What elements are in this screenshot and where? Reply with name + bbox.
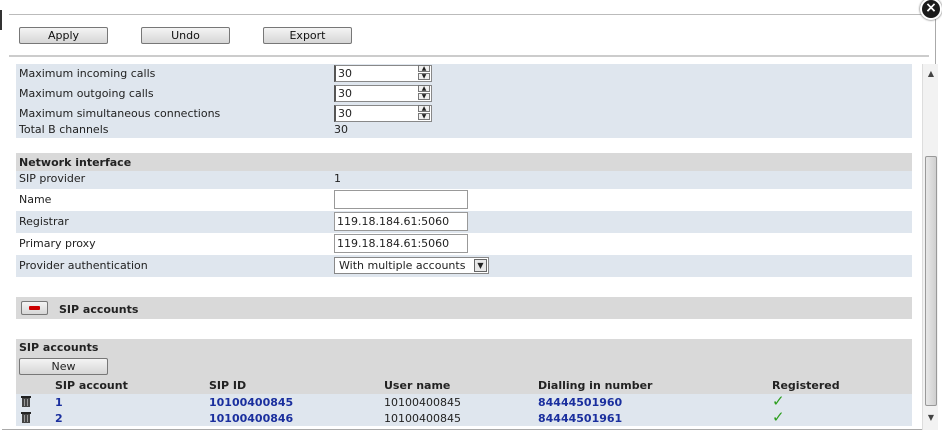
col-dialling: Dialling in number bbox=[538, 379, 653, 392]
close-icon[interactable]: × bbox=[920, 0, 942, 20]
user-name: 10100400845 bbox=[384, 412, 461, 425]
new-account-button[interactable]: New bbox=[19, 358, 108, 375]
sip-provider-value: 1 bbox=[334, 172, 341, 185]
settings-panel: Maximum incoming calls 30 ▲ ▼ Maximum out… bbox=[16, 64, 912, 430]
sip-provider-row: SIP provider 1 bbox=[16, 171, 912, 189]
col-registered: Registered bbox=[772, 379, 840, 392]
total-b-value: 30 bbox=[334, 123, 348, 136]
arrow-down-icon[interactable]: ▼ bbox=[418, 113, 430, 120]
scroll-up-icon[interactable]: ▲ bbox=[925, 68, 937, 80]
max-simultaneous-label: Maximum simultaneous connections bbox=[19, 107, 221, 120]
primary-proxy-label: Primary proxy bbox=[19, 237, 96, 250]
sip-accounts-collapse-title: SIP accounts bbox=[59, 303, 139, 316]
dialog-window: Apply Undo Export Maximum incoming calls… bbox=[2, 0, 938, 430]
trash-icon[interactable] bbox=[20, 395, 32, 408]
account-number[interactable]: 1 bbox=[55, 396, 63, 409]
arrow-up-icon[interactable]: ▲ bbox=[418, 85, 430, 92]
undo-button[interactable]: Undo bbox=[141, 27, 230, 44]
account-number[interactable]: 2 bbox=[55, 412, 63, 425]
max-outgoing-row: Maximum outgoing calls 30 ▲ ▼ bbox=[16, 84, 912, 104]
max-incoming-row: Maximum incoming calls 30 ▲ ▼ bbox=[16, 64, 912, 84]
collapse-button[interactable] bbox=[21, 301, 48, 315]
trash-icon[interactable] bbox=[20, 411, 32, 424]
provider-auth-label: Provider authentication bbox=[19, 259, 148, 272]
name-input[interactable] bbox=[334, 190, 468, 209]
registrar-label: Registrar bbox=[19, 215, 69, 228]
provider-auth-row: Provider authentication With multiple ac… bbox=[16, 255, 912, 277]
registrar-row: Registrar 119.18.184.61:5060 bbox=[16, 211, 912, 233]
chevron-down-icon[interactable]: ▼ bbox=[474, 259, 487, 272]
sip-provider-label: SIP provider bbox=[19, 172, 86, 185]
arrow-up-icon[interactable]: ▲ bbox=[418, 105, 430, 112]
total-b-row: Total B channels 30 bbox=[16, 122, 912, 138]
table-row: 2 10100400846 10100400845 84444501961 ✓ bbox=[16, 408, 912, 426]
max-incoming-stepper[interactable]: ▲ ▼ bbox=[418, 65, 432, 82]
network-heading: Network interface bbox=[19, 156, 132, 169]
primary-proxy-input[interactable]: 119.18.184.61:5060 bbox=[334, 234, 468, 253]
dialling-number[interactable]: 84444501961 bbox=[538, 412, 622, 425]
col-sip-account: SIP account bbox=[55, 379, 128, 392]
max-simultaneous-row: Maximum simultaneous connections 30 ▲ ▼ bbox=[16, 104, 912, 124]
arrow-up-icon[interactable]: ▲ bbox=[418, 65, 430, 72]
export-button[interactable]: Export bbox=[263, 27, 352, 44]
vertical-scrollbar[interactable]: ▲ ▼ bbox=[922, 64, 938, 430]
sip-accounts-collapse-bar: SIP accounts bbox=[16, 297, 912, 319]
scrollbar-thumb[interactable] bbox=[925, 156, 937, 406]
name-label: Name bbox=[19, 193, 52, 206]
sip-id[interactable]: 10100400845 bbox=[209, 396, 293, 409]
registrar-input[interactable]: 119.18.184.61:5060 bbox=[334, 212, 468, 231]
primary-proxy-row: Primary proxy 119.18.184.61:5060 bbox=[16, 233, 912, 255]
col-sip-id: SIP ID bbox=[209, 379, 247, 392]
provider-auth-select[interactable]: With multiple accounts ▼ bbox=[334, 257, 489, 274]
toolbar-divider bbox=[9, 55, 929, 57]
arrow-down-icon[interactable]: ▼ bbox=[418, 73, 430, 80]
max-simultaneous-stepper[interactable]: ▲ ▼ bbox=[418, 105, 432, 122]
sip-id[interactable]: 10100400846 bbox=[209, 412, 293, 425]
col-user-name: User name bbox=[384, 379, 451, 392]
user-name: 10100400845 bbox=[384, 396, 461, 409]
network-heading-row: Network interface bbox=[16, 153, 912, 171]
dialling-number[interactable]: 84444501960 bbox=[538, 396, 622, 409]
provider-auth-value: With multiple accounts bbox=[339, 259, 466, 272]
top-divider bbox=[9, 14, 933, 15]
apply-button[interactable]: Apply bbox=[19, 27, 108, 44]
total-b-label: Total B channels bbox=[19, 123, 109, 136]
scroll-down-icon[interactable]: ▼ bbox=[925, 412, 937, 424]
max-outgoing-stepper[interactable]: ▲ ▼ bbox=[418, 85, 432, 102]
name-row: Name bbox=[16, 189, 912, 211]
max-incoming-label: Maximum incoming calls bbox=[19, 67, 156, 80]
accounts-heading: SIP accounts bbox=[19, 341, 99, 354]
max-outgoing-label: Maximum outgoing calls bbox=[19, 87, 154, 100]
minus-icon bbox=[29, 306, 40, 310]
checkmark-icon: ✓ bbox=[772, 408, 785, 426]
arrow-down-icon[interactable]: ▼ bbox=[418, 93, 430, 100]
